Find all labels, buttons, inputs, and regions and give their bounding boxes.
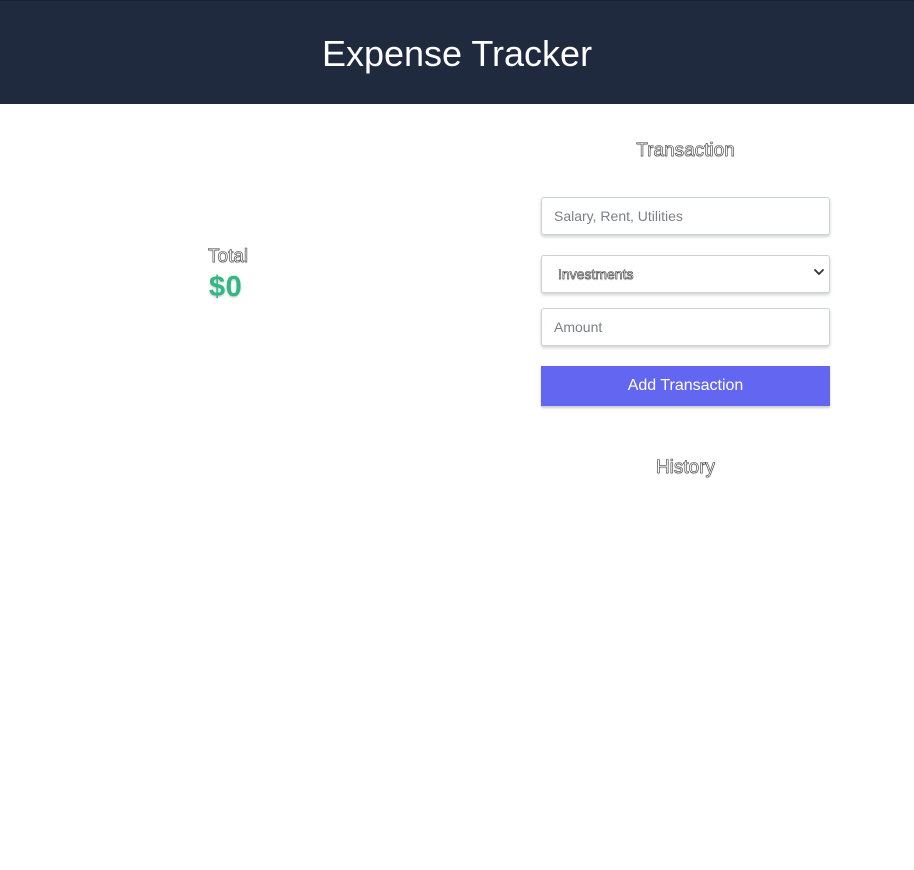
add-transaction-button[interactable]: Add Transaction	[541, 366, 830, 406]
transaction-heading: Transaction	[636, 140, 735, 162]
total-label: Total	[208, 246, 249, 268]
history-heading: History	[655, 457, 716, 479]
category-selected-value: Investments	[558, 266, 634, 283]
total-amount: $0	[209, 271, 243, 303]
app-title: Expense Tracker	[321, 33, 593, 74]
amount-input[interactable]	[541, 308, 830, 346]
category-select[interactable]: Investments	[541, 255, 830, 293]
description-input[interactable]	[541, 197, 830, 235]
app-header: Expense Tracker	[0, 0, 914, 104]
chevron-down-icon	[814, 269, 824, 275]
